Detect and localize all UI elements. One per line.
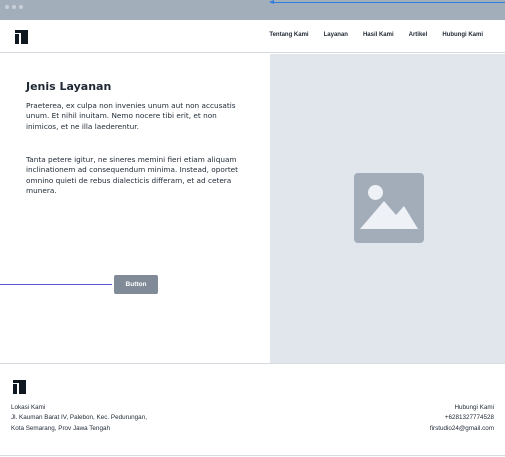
- nav-link-hasil-kami[interactable]: Hasil Kami: [363, 32, 394, 38]
- footer-address-line: Jl. Kauman Barat IV, Palebon, Kec. Pedur…: [11, 414, 147, 422]
- section-title: Jenis Layanan: [26, 80, 112, 93]
- footer-location: Lokasi Kami Jl. Kauman Barat IV, Palebon…: [11, 403, 147, 434]
- footer-contact-heading: Hubungi Kami: [454, 404, 494, 411]
- window-dot-icon[interactable]: [19, 5, 23, 9]
- section-divider: [0, 363, 505, 364]
- image-placeholder-icon: [354, 173, 424, 243]
- footer-contact: Hubungi Kami +6281327774528 firstudio24@…: [430, 403, 494, 434]
- annotation-line: [0, 284, 112, 285]
- annotation-arrow-icon: [269, 0, 274, 4]
- footer-email[interactable]: firstudio24@gmail.com: [430, 424, 494, 434]
- nav-link-artikel[interactable]: Artikel: [409, 32, 428, 38]
- hero-cta-button[interactable]: Button: [114, 275, 158, 294]
- footer-address-line: Kota Semarang, Prov Jawa Tengah: [11, 424, 110, 432]
- mountain-icon: [360, 201, 418, 229]
- annotation-line: [272, 2, 505, 3]
- nav-link-hubungi-kami[interactable]: Hubungi Kami: [442, 32, 483, 38]
- nav-link-tentang-kami[interactable]: Tentang Kami: [269, 32, 308, 38]
- nav-link-layanan[interactable]: Layanan: [324, 32, 348, 38]
- brand-logo-icon[interactable]: [13, 380, 26, 394]
- nav-menu: Tentang Kami Layanan Hasil Kami Artikel …: [269, 32, 483, 38]
- window-dot-icon[interactable]: [5, 5, 9, 9]
- bottom-divider: [0, 455, 505, 456]
- hero-paragraph: Tanta petere igitur, ne sineres memini f…: [26, 155, 239, 195]
- hero-paragraph: Praeterea, ex culpa non invenies unum au…: [26, 101, 236, 131]
- brand-logo-icon[interactable]: [15, 30, 28, 44]
- window-dot-icon[interactable]: [12, 5, 16, 9]
- footer-location-heading: Lokasi Kami: [11, 404, 46, 411]
- footer-phone[interactable]: +6281327774528: [430, 413, 494, 423]
- window-title-bar: [0, 0, 505, 20]
- window-controls: [5, 5, 23, 9]
- navbar: Tentang Kami Layanan Hasil Kami Artikel …: [0, 20, 505, 53]
